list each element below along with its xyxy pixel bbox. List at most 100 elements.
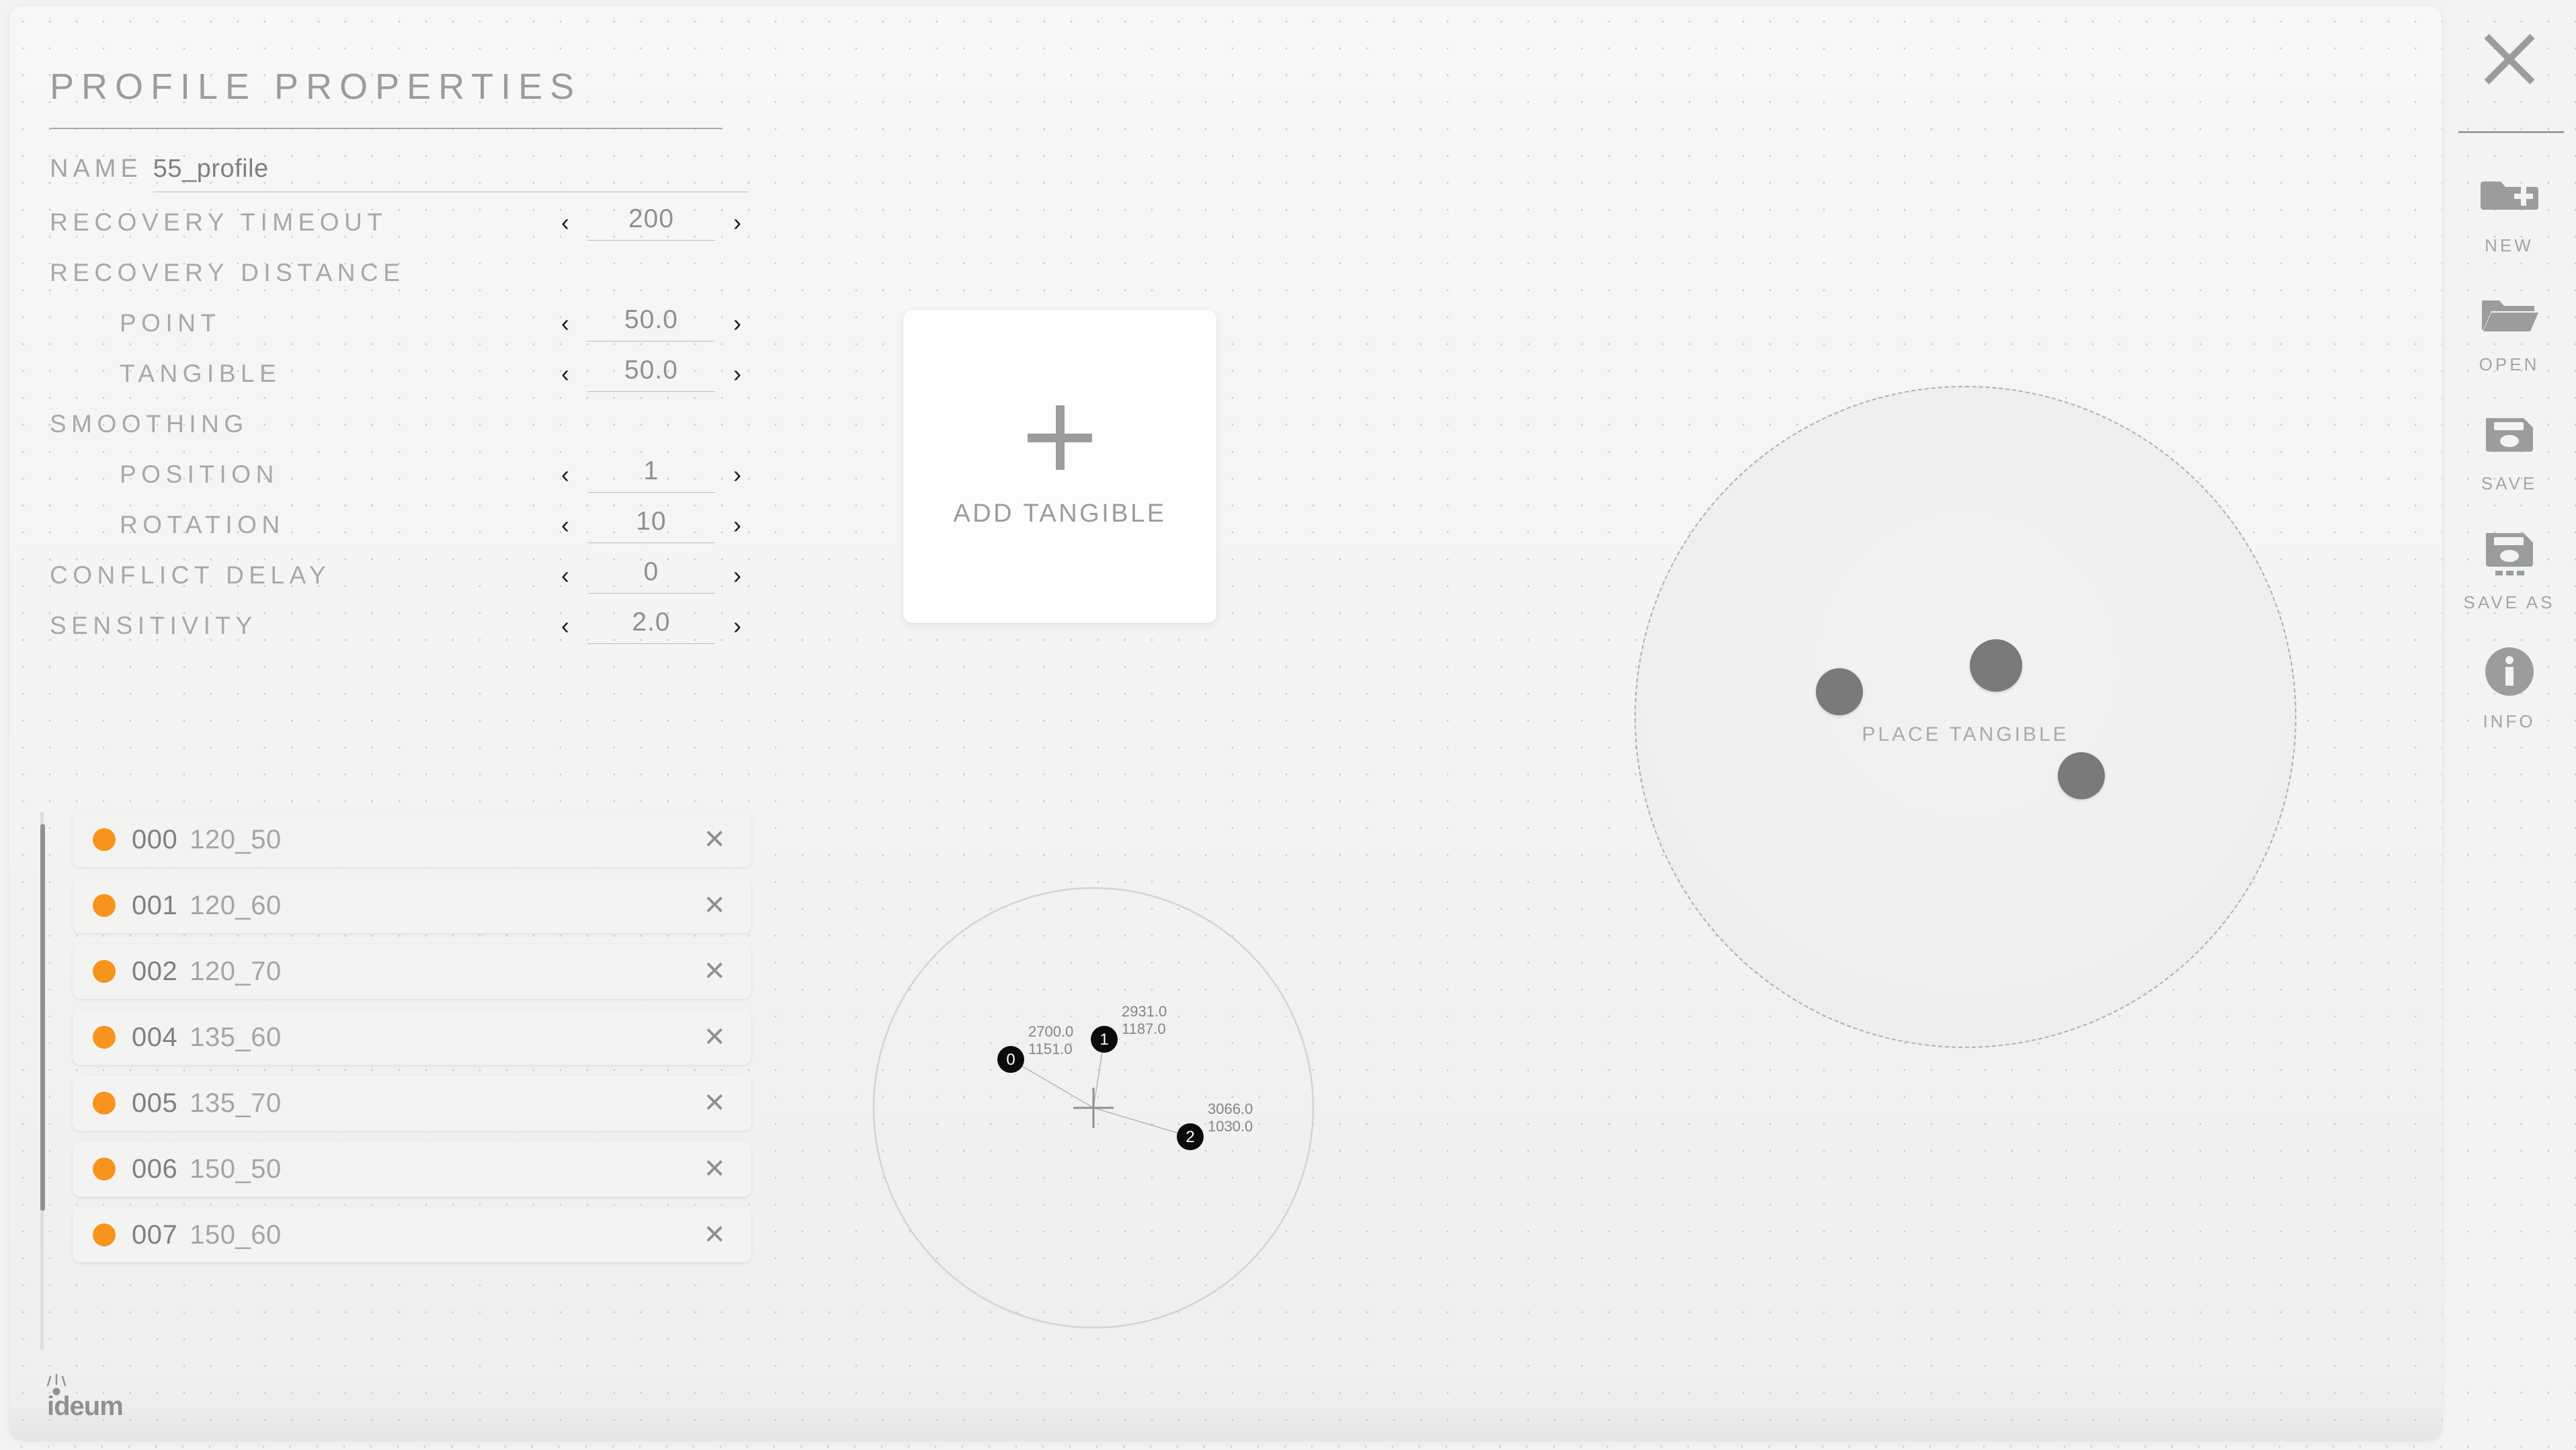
stepper-prev-icon[interactable]: ‹	[554, 210, 577, 235]
stepper-next-icon[interactable]: ›	[726, 311, 749, 335]
place-tangible-dropzone[interactable]: PLACE TANGIBLE	[1634, 386, 2296, 1048]
remove-tangible-icon[interactable]: ✕	[703, 1156, 726, 1182]
stepper-next-icon[interactable]: ›	[726, 362, 749, 386]
property-label: TANGIBLE	[120, 360, 282, 387]
property-stepper: ‹ 1 ›	[554, 456, 749, 493]
tangible-list-scrollbar-thumb[interactable]	[40, 824, 45, 1211]
stepper-prev-icon[interactable]: ‹	[554, 513, 577, 537]
preview-point-label: 1	[1099, 1031, 1108, 1049]
preview-center-crosshair	[1073, 1088, 1114, 1128]
tangible-status-dot	[93, 1158, 116, 1180]
logo-rays-icon	[46, 1373, 67, 1387]
add-tangible-button[interactable]: ADD TANGIBLE	[903, 310, 1216, 623]
tangible-list-scrollbar[interactable]	[40, 812, 45, 1350]
stepper-next-icon[interactable]: ›	[726, 210, 749, 235]
property-stepper: ‹ 50.0 ›	[554, 356, 749, 392]
toolbar-divider	[2458, 131, 2564, 133]
name-input[interactable]: 55_profile	[153, 155, 749, 192]
remove-tangible-icon[interactable]: ✕	[703, 958, 726, 985]
tangible-list-item[interactable]: 000 120_50 ✕	[73, 812, 751, 867]
stepper-prev-icon[interactable]: ‹	[554, 362, 577, 386]
stepper-value-field[interactable]: 0	[587, 557, 715, 594]
place-tangible-dot	[1816, 668, 1863, 715]
stepper-value-field[interactable]: 10	[587, 507, 715, 543]
name-field-row: NAME 55_profile	[50, 155, 749, 198]
tangible-name: 120_60	[190, 890, 282, 920]
close-button[interactable]	[2480, 30, 2539, 89]
stepper-value-field[interactable]: 50.0	[587, 356, 715, 392]
remove-tangible-icon[interactable]: ✕	[703, 1024, 726, 1051]
stepper-value: 200	[628, 204, 675, 233]
preview-point-x-value: 3066.0	[1208, 1100, 1253, 1117]
stepper-prev-icon[interactable]: ‹	[554, 462, 577, 487]
stepper-next-icon[interactable]: ›	[726, 513, 749, 537]
stepper-prev-icon[interactable]: ‹	[554, 563, 577, 588]
stepper-value: 0	[643, 557, 659, 586]
toolbar-button-save-as[interactable]: SAVE AS	[2442, 524, 2576, 643]
stepper-prev-icon[interactable]: ‹	[554, 614, 577, 638]
tangible-name: 150_50	[190, 1154, 282, 1184]
property-rows: RECOVERY TIMEOUT‹200›RECOVERY DISTANCE‹›…	[50, 198, 749, 651]
stepper-prev-icon[interactable]: ‹	[554, 311, 577, 335]
toolbar-button-new[interactable]: NEW	[2442, 167, 2576, 286]
property-row: POSITION ‹ 1 ›	[50, 450, 749, 500]
info-circle-icon	[2481, 643, 2538, 700]
main-panel: PROFILE PROPERTIES NAME 55_profile RECOV…	[9, 5, 2442, 1441]
tangible-status-dot	[93, 1223, 116, 1246]
property-stepper: ‹ 200 ›	[554, 204, 749, 241]
toolbar-button-save[interactable]: SAVE	[2442, 405, 2576, 524]
tangible-status-dot	[93, 894, 116, 917]
stepper-next-icon[interactable]: ›	[726, 563, 749, 588]
property-label: ROTATION	[120, 511, 285, 538]
right-toolbar: NEW OPEN SAVE SAVE AS INFO	[2442, 0, 2576, 1450]
tangible-list: 000 120_50 ✕ 001 120_60 ✕ 002 120_70 ✕ 004 135_60 ✕…	[73, 812, 751, 1273]
stepper-next-icon[interactable]: ›	[726, 462, 749, 487]
preview-point-y-value: 1187.0	[1122, 1020, 1166, 1037]
property-row: RECOVERY TIMEOUT ‹ 200 ›	[50, 198, 749, 248]
property-label: RECOVERY TIMEOUT	[50, 208, 388, 236]
preview-point[interactable]: 1 2931.01187.0	[1091, 1003, 1167, 1053]
ideum-logo: ideum	[42, 1372, 156, 1426]
stepper-value-field[interactable]: 50.0	[587, 305, 715, 341]
place-tangible-label: PLACE TANGIBLE	[1862, 723, 2069, 746]
tangible-id: 005	[132, 1088, 178, 1118]
tangible-list-item[interactable]: 005 135_70 ✕	[73, 1076, 751, 1131]
tangible-list-item[interactable]: 006 150_50 ✕	[73, 1141, 751, 1197]
property-label: RECOVERY DISTANCE	[50, 259, 405, 286]
stepper-value-field[interactable]: 1	[587, 456, 715, 493]
tangible-list-item[interactable]: 004 135_60 ✕	[73, 1010, 751, 1065]
preview-point[interactable]: 0 2700.01151.0	[997, 1023, 1073, 1073]
property-label: SMOOTHING	[50, 410, 249, 438]
remove-tangible-icon[interactable]: ✕	[703, 1090, 726, 1117]
name-value: 55_profile	[153, 154, 269, 183]
toolbar-button-info[interactable]: INFO	[2442, 643, 2576, 762]
stepper-value: 10	[636, 507, 667, 536]
place-tangible-dot	[1970, 639, 2022, 692]
toolbar-button-open[interactable]: OPEN	[2442, 286, 2576, 405]
close-icon	[2483, 34, 2535, 85]
toolbar-label: INFO	[2483, 711, 2536, 731]
tangible-list-region: 000 120_50 ✕ 001 120_60 ✕ 002 120_70 ✕ 004 135_60 ✕…	[40, 812, 759, 1350]
folder-plus-icon	[2480, 167, 2538, 225]
stepper-value-field[interactable]: 2.0	[587, 608, 715, 644]
remove-tangible-icon[interactable]: ✕	[703, 1221, 726, 1248]
profile-properties-panel: PROFILE PROPERTIES NAME 55_profile RECOV…	[50, 66, 749, 651]
tangible-name: 150_60	[190, 1219, 282, 1250]
property-stepper: ‹ 2.0 ›	[554, 608, 749, 644]
tangible-status-dot	[93, 1092, 116, 1115]
floppy-disk-dashed-icon	[2481, 524, 2538, 581]
preview-point-y-value: 1151.0	[1028, 1041, 1073, 1057]
tangible-list-item[interactable]: 001 120_60 ✕	[73, 878, 751, 933]
tangible-list-item[interactable]: 002 120_70 ✕	[73, 944, 751, 999]
stepper-value-field[interactable]: 200	[587, 204, 715, 241]
preview-point[interactable]: 2 3066.01030.0	[1177, 1100, 1253, 1150]
tangible-id: 001	[132, 890, 178, 920]
preview-point-label: 0	[1006, 1051, 1015, 1069]
remove-tangible-icon[interactable]: ✕	[703, 892, 726, 919]
remove-tangible-icon[interactable]: ✕	[703, 826, 726, 853]
tangible-preview-scatter: 0 2700.0 1151.0 1 2931.0 1187.0 2 3066.0 1030.0	[819, 831, 1357, 1369]
property-row: RECOVERY DISTANCE‹›	[50, 248, 749, 298]
stepper-next-icon[interactable]: ›	[726, 614, 749, 638]
tangible-status-dot	[93, 828, 116, 851]
tangible-list-item[interactable]: 007 150_60 ✕	[73, 1207, 751, 1262]
